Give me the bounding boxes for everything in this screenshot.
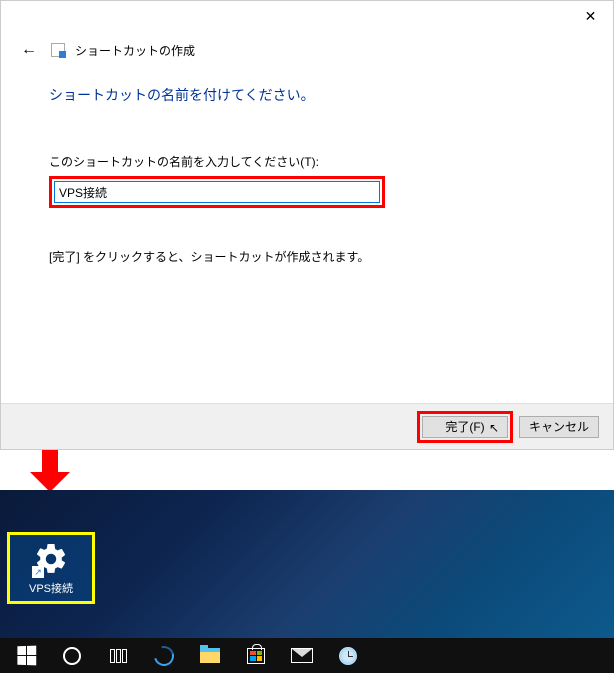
shortcut-name-input[interactable] — [54, 181, 380, 203]
start-button[interactable] — [4, 638, 48, 673]
desktop-shortcut-vps[interactable]: ↗ VPS接続 — [7, 532, 95, 604]
shortcut-arrow-overlay-icon: ↗ — [32, 566, 44, 578]
clock-button[interactable] — [326, 638, 370, 673]
store-button[interactable] — [234, 638, 278, 673]
shortcut-label: VPS接続 — [29, 580, 73, 596]
annotation-arrow — [30, 450, 70, 490]
window-title: ショートカットの作成 — [75, 42, 195, 59]
dialog-header: ← ショートカットの作成 — [1, 31, 613, 61]
store-icon — [247, 648, 265, 664]
page-heading: ショートカットの名前を付けてください。 — [49, 85, 565, 105]
task-view-button[interactable] — [96, 638, 140, 673]
cursor-icon: ↖ — [489, 421, 499, 435]
file-explorer-button[interactable] — [188, 638, 232, 673]
dialog-content: ショートカットの名前を付けてください。 このショートカットの名前を入力してくださ… — [1, 61, 613, 265]
desktop[interactable]: ↗ VPS接続 — [0, 490, 614, 638]
dialog-button-row: 完了(F) ↖ キャンセル — [1, 403, 613, 449]
arrow-left-icon: ← — [21, 41, 37, 58]
back-button[interactable]: ← — [17, 39, 41, 61]
finish-button-highlight: 完了(F) ↖ — [417, 411, 513, 443]
task-view-icon — [110, 649, 127, 663]
clock-icon — [339, 647, 357, 665]
finish-button-label: 完了(F) — [445, 418, 484, 435]
cancel-button-label: キャンセル — [529, 418, 589, 435]
cortana-icon — [63, 647, 81, 665]
taskbar — [0, 638, 614, 673]
instruction-text: [完了] をクリックすると、ショートカットが作成されます。 — [49, 248, 565, 265]
mail-icon — [291, 648, 313, 663]
cortana-button[interactable] — [50, 638, 94, 673]
cancel-button[interactable]: キャンセル — [519, 416, 599, 438]
finish-button[interactable]: 完了(F) ↖ — [422, 416, 508, 438]
name-input-label: このショートカットの名前を入力してください(T): — [49, 153, 565, 170]
title-bar: ✕ — [1, 1, 613, 31]
shortcut-wizard-icon — [51, 43, 65, 57]
folder-icon — [200, 648, 220, 663]
mail-button[interactable] — [280, 638, 324, 673]
edge-button[interactable] — [142, 638, 186, 673]
edge-icon — [150, 642, 177, 669]
gear-icon: ↗ — [32, 540, 70, 578]
create-shortcut-dialog: ✕ ← ショートカットの作成 ショートカットの名前を付けてください。 このショー… — [0, 0, 614, 450]
close-icon: ✕ — [585, 8, 597, 25]
input-highlight — [49, 176, 385, 208]
close-button[interactable]: ✕ — [568, 2, 613, 30]
windows-logo-icon — [17, 646, 36, 666]
